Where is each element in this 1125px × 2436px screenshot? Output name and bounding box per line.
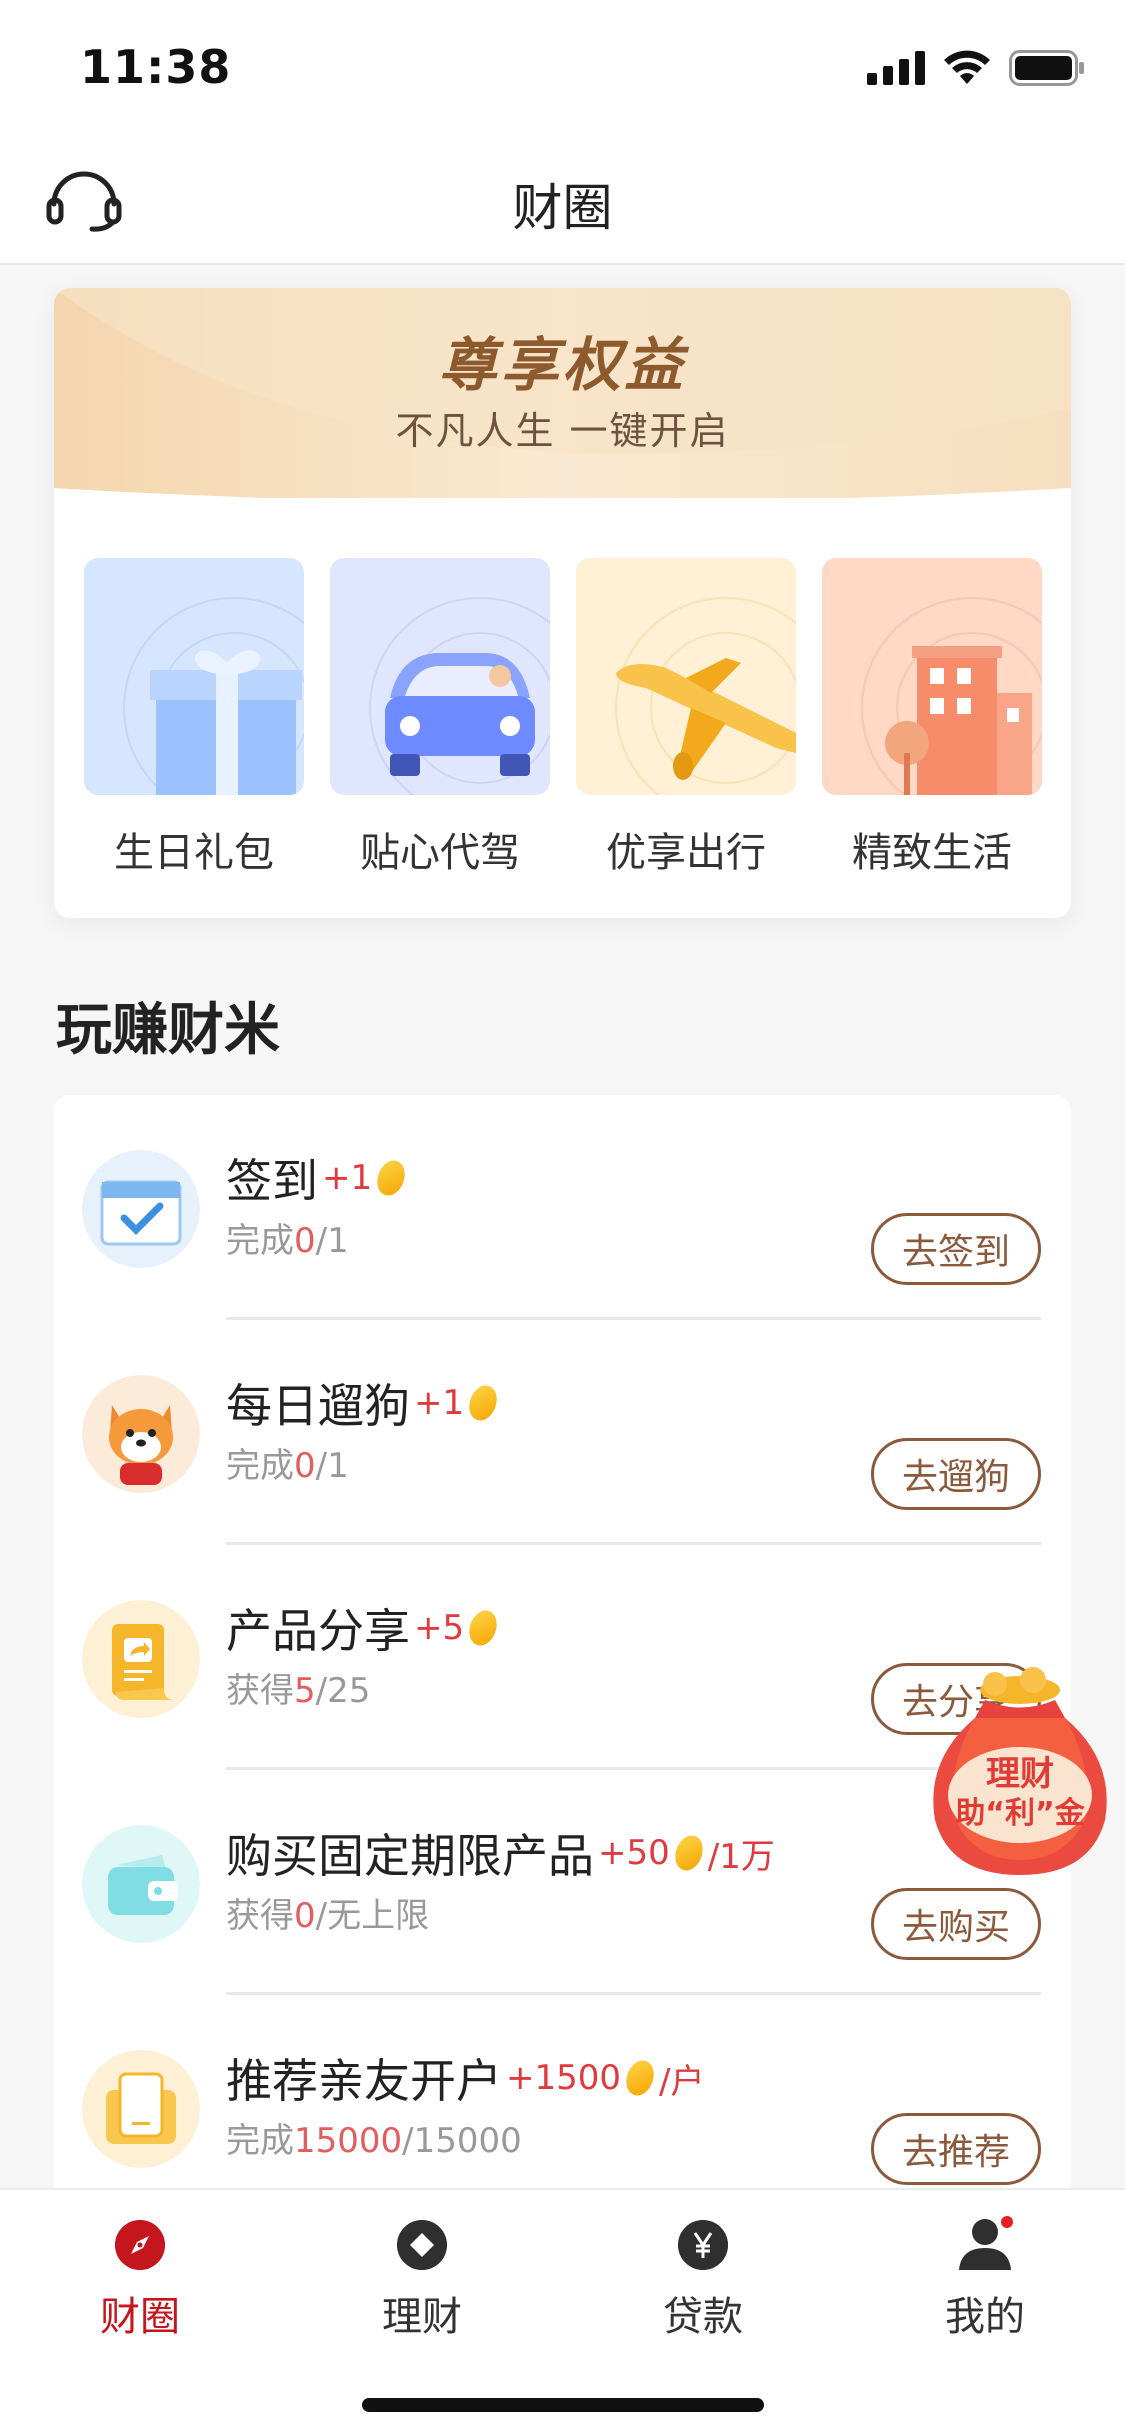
task-title-text: 推荐亲友开户 (226, 2054, 502, 2108)
compass-icon (115, 2220, 165, 2270)
tab-label: 我的 (945, 2294, 1025, 2340)
tasks-card: 签到 +1 完成0/1 去签到 每日遛狗 +1 完成0/1 去遛狗 产品分享 +… (54, 1095, 1071, 2215)
notification-dot (1001, 2216, 1013, 2228)
task-reward: +1500 (506, 2058, 622, 2098)
referral-phone-icon (82, 2050, 200, 2168)
task-progress-current: 0 (294, 1221, 316, 1261)
calendar-icon (82, 1150, 200, 1268)
home-indicator (362, 2398, 764, 2412)
task-progress-prefix: 完成 (226, 1446, 294, 1486)
coin-icon (621, 2056, 659, 2100)
task-progress: 完成15000/15000 (226, 2113, 522, 2162)
benefit-item-life[interactable]: 精致生活 (822, 558, 1042, 878)
tab-label: 贷款 (663, 2294, 743, 2340)
benefit-item-travel[interactable]: 优享出行 (576, 558, 796, 878)
benefit-item-birthday[interactable]: 生日礼包 (84, 558, 304, 878)
coin-icon (670, 1831, 708, 1875)
task-title: 签到 +1 (226, 1145, 410, 1211)
tab-daikuan[interactable]: 贷款 (603, 2210, 803, 2350)
benefit-label: 精致生活 (852, 830, 1012, 876)
battery-icon (1009, 50, 1084, 86)
task-progress-prefix: 获得 (226, 1896, 294, 1936)
task-progress-total: /1 (315, 1221, 349, 1261)
status-time: 11:38 (80, 40, 232, 94)
coin-icon (372, 1156, 410, 1200)
checkin-button[interactable]: 去签到 (871, 1213, 1041, 1285)
task-progress: 获得5/25 (226, 1663, 370, 1712)
wifi-icon (944, 50, 990, 84)
status-icons (867, 50, 1085, 86)
app-page: 11:38 财圈 尊享权益 不凡人生 一键开启 生日礼包 贴心代驾 优享出行 精… (0, 0, 1125, 2436)
section-title-earn: 玩赚财米 (56, 998, 280, 1063)
building-icon (822, 558, 1042, 795)
coin-icon (464, 1606, 502, 1650)
benefits-title: 尊享权益 (438, 331, 687, 399)
benefits-card: 尊享权益 不凡人生 一键开启 生日礼包 贴心代驾 优享出行 精致生活 (54, 288, 1071, 918)
task-title: 推荐亲友开户 +1500 /户 (226, 2045, 704, 2111)
task-progress-total: /无上限 (315, 1896, 430, 1936)
svg-text:助“利”金: 助“利”金 (955, 1796, 1085, 1831)
wallet-icon (82, 1825, 200, 1943)
task-progress-total: /15000 (402, 2121, 522, 2161)
task-title-text: 签到 (226, 1154, 318, 1208)
person-icon (959, 2216, 1013, 2270)
task-reward: +1 (414, 1383, 465, 1423)
status-bar: 11:38 (0, 0, 1125, 132)
task-reward-unit: /1万 (707, 1836, 775, 1877)
task-reward-unit: /户 (659, 2061, 705, 2102)
buy-button[interactable]: 去购买 (871, 1888, 1041, 1960)
task-item-checkin: 签到 +1 完成0/1 去签到 (54, 1095, 1071, 1320)
benefits-tiles: 生日礼包 贴心代驾 优享出行 精致生活 (84, 558, 1044, 878)
tab-mine[interactable]: 我的 (885, 2210, 1085, 2350)
task-item-referral: 推荐亲友开户 +1500 /户 完成15000/15000 去推荐 (54, 1995, 1071, 2220)
floating-promo[interactable]: 理财 助“利”金 (915, 1660, 1125, 1890)
task-progress-current: 15000 (294, 2121, 403, 2161)
task-progress-current: 0 (294, 1896, 316, 1936)
task-progress: 获得0/无上限 (226, 1888, 429, 1937)
tab-licai[interactable]: 理财 (322, 2210, 522, 2350)
task-reward: +50 (598, 1833, 670, 1873)
task-title-text: 购买固定期限产品 (226, 1829, 594, 1883)
dog-icon (82, 1375, 200, 1493)
task-progress-current: 0 (294, 1446, 316, 1486)
benefit-item-driver[interactable]: 贴心代驾 (330, 558, 550, 878)
task-reward: +5 (414, 1608, 465, 1648)
task-progress: 完成0/1 (226, 1213, 349, 1262)
nav-bar: 财圈 (0, 132, 1125, 265)
task-title: 购买固定期限产品 +50 /1万 (226, 1820, 775, 1886)
task-progress-prefix: 获得 (226, 1671, 294, 1711)
task-title-text: 产品分享 (226, 1604, 410, 1658)
benefit-label: 优享出行 (606, 830, 766, 876)
task-progress-prefix: 完成 (226, 1221, 294, 1261)
task-progress-total: /25 (315, 1671, 371, 1711)
svg-text:理财: 理财 (986, 1754, 1054, 1794)
task-progress-total: /1 (315, 1446, 349, 1486)
tab-label: 财圈 (100, 2294, 180, 2340)
task-title: 产品分享 +5 (226, 1595, 502, 1661)
benefit-label: 贴心代驾 (360, 830, 520, 876)
money-bag-icon: 理财 助“利”金 (933, 1667, 1107, 1875)
page-title: 财圈 (512, 179, 613, 237)
task-title-text: 每日遛狗 (226, 1379, 410, 1433)
task-title: 每日遛狗 +1 (226, 1370, 502, 1436)
gift-box-icon (84, 558, 304, 795)
car-icon (330, 558, 550, 795)
coin-icon (464, 1381, 502, 1425)
task-item-walk-dog: 每日遛狗 +1 完成0/1 去遛狗 (54, 1320, 1071, 1545)
walk-dog-button[interactable]: 去遛狗 (871, 1438, 1041, 1510)
tab-caiquan[interactable]: 财圈 (40, 2210, 240, 2350)
airplane-icon (576, 558, 796, 795)
task-reward: +1 (322, 1158, 373, 1198)
signal-icon (867, 51, 925, 85)
benefit-label: 生日礼包 (114, 830, 274, 876)
tab-label: 理财 (382, 2294, 462, 2340)
task-progress: 完成0/1 (226, 1438, 349, 1487)
yen-icon (678, 2220, 728, 2270)
diamond-icon (397, 2220, 447, 2270)
referral-button[interactable]: 去推荐 (871, 2113, 1041, 2185)
task-progress-current: 5 (294, 1671, 316, 1711)
task-progress-prefix: 完成 (226, 2121, 294, 2161)
benefits-subtitle: 不凡人生 一键开启 (395, 409, 730, 453)
share-icon (82, 1600, 200, 1718)
